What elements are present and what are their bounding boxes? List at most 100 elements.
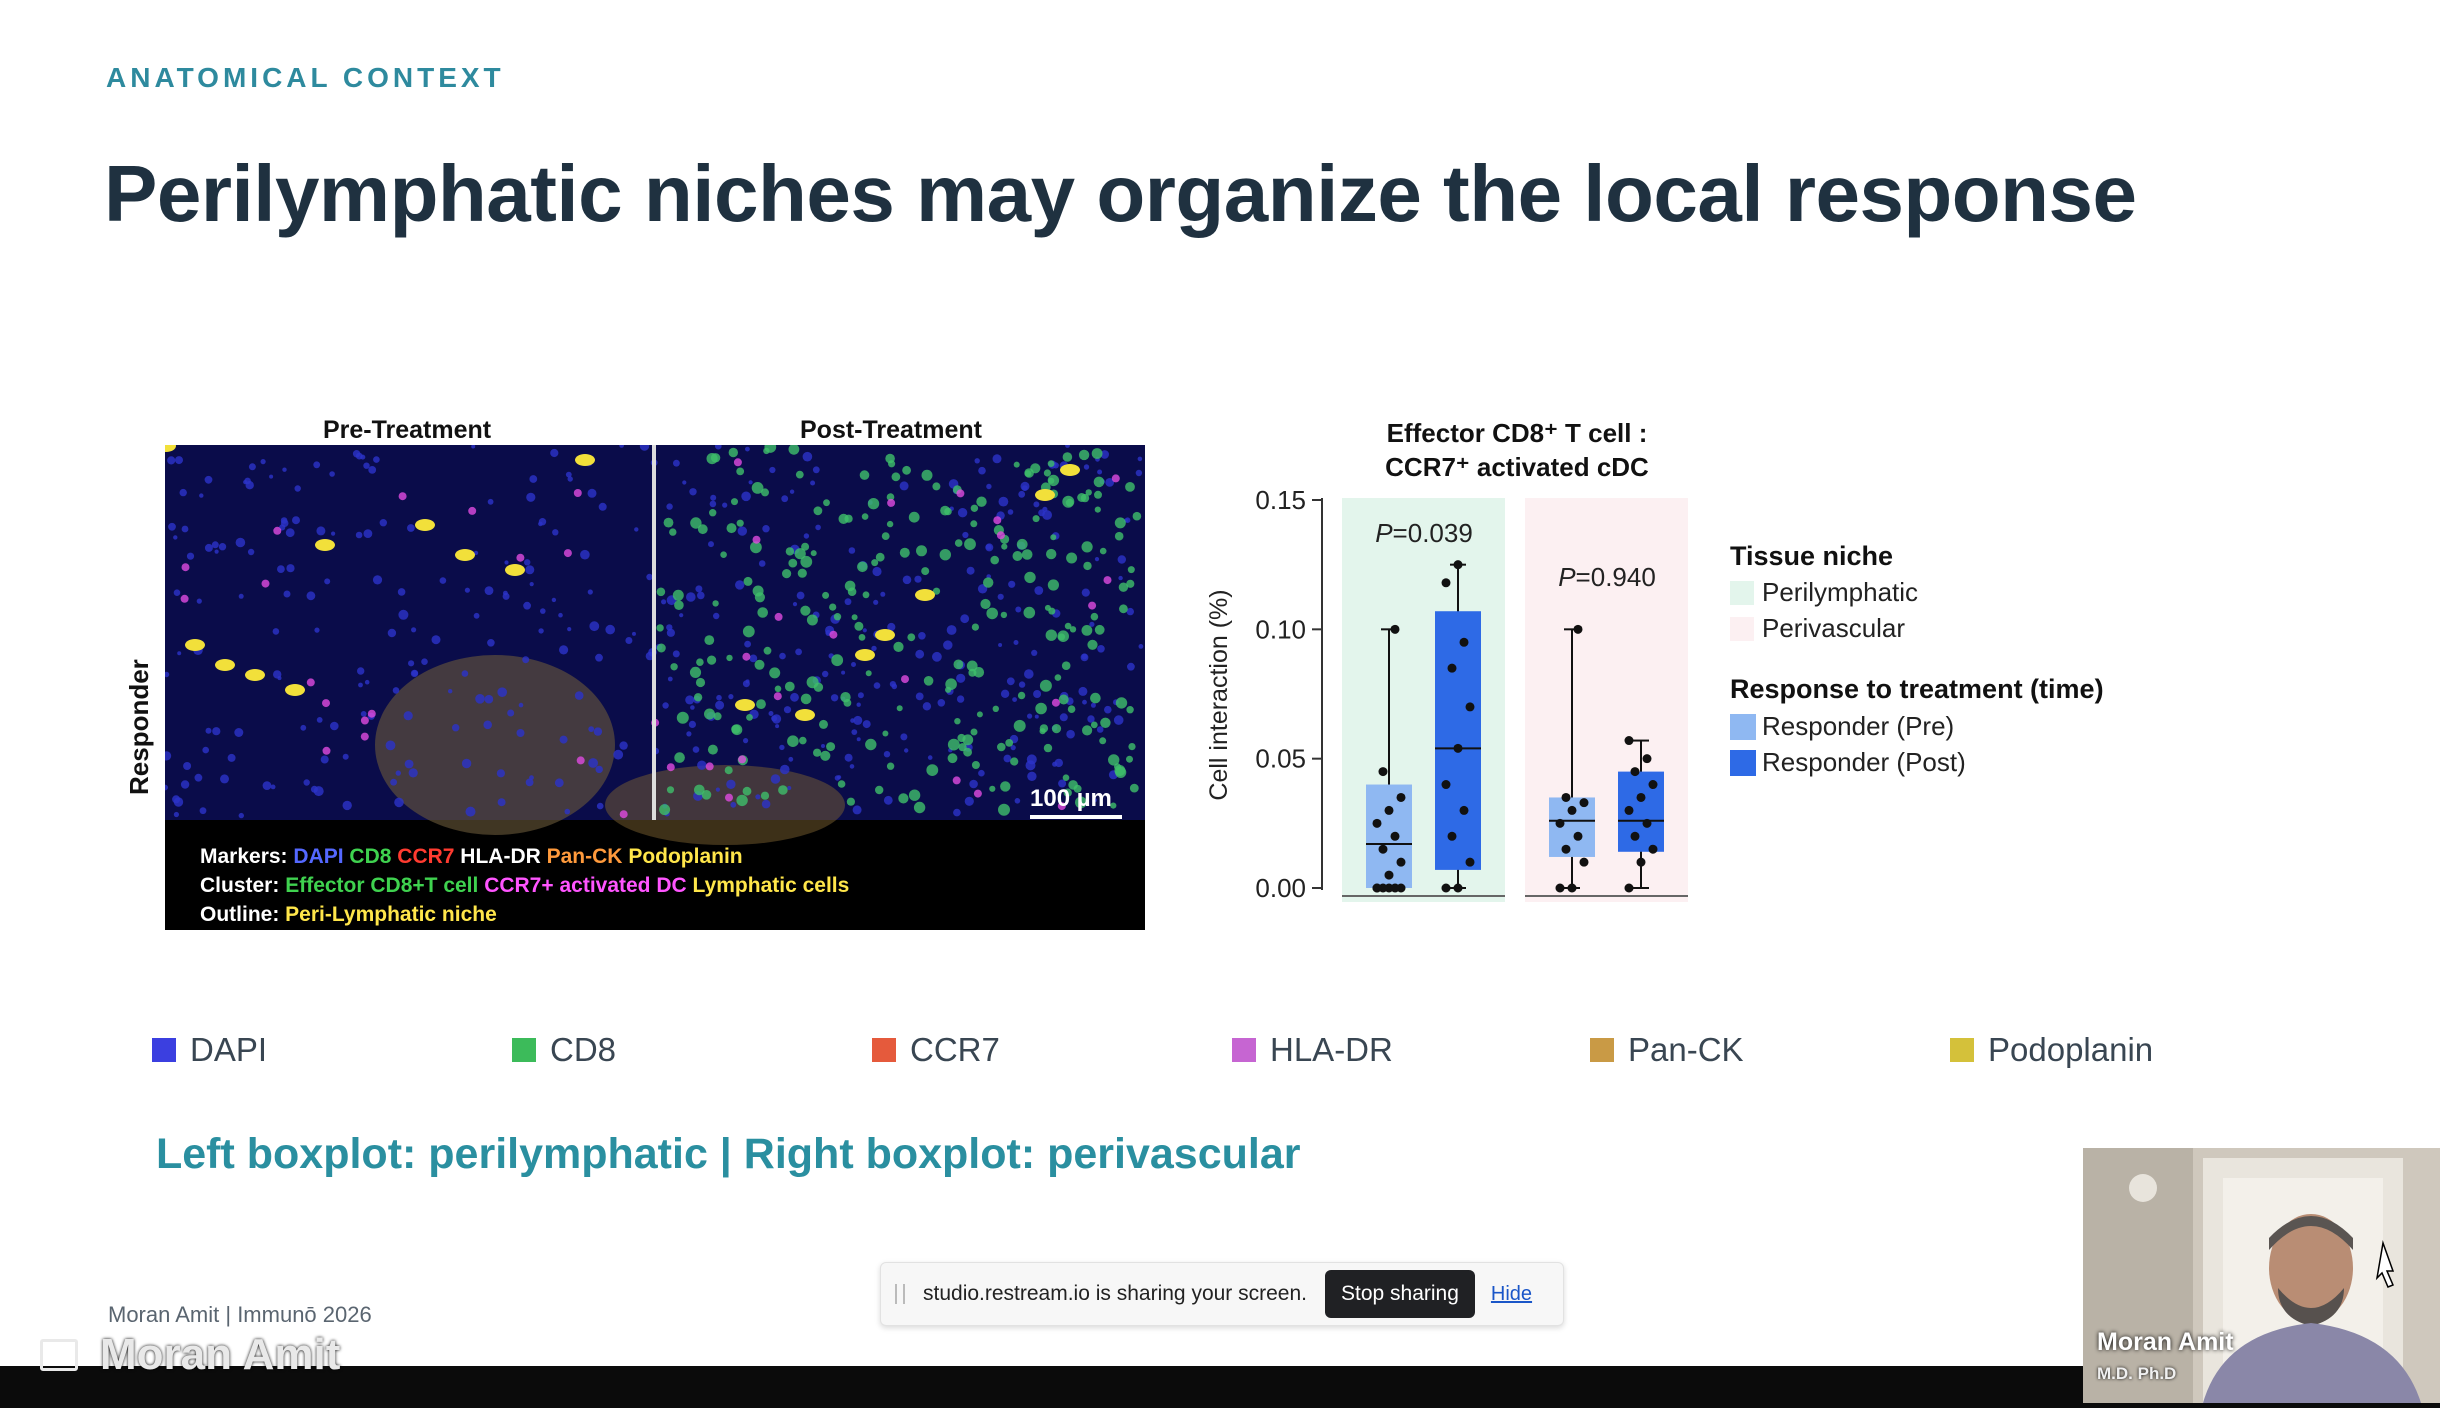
dapi-nucleus: [526, 492, 536, 502]
dapi-nucleus: [957, 508, 968, 518]
dapi-nucleus: [848, 547, 856, 554]
cd8-cell: [1094, 624, 1105, 635]
data-point: [1453, 560, 1463, 570]
p-value-text: =0.039: [1393, 518, 1473, 548]
data-point: [1561, 792, 1571, 802]
dapi-nucleus: [421, 658, 428, 665]
dapi-nucleus: [962, 531, 969, 539]
stop-sharing-button[interactable]: Stop sharing: [1325, 1270, 1475, 1318]
cd8-cell: [778, 785, 788, 795]
dapi-nucleus: [1012, 697, 1017, 702]
dapi-nucleus: [394, 797, 404, 808]
dapi-nucleus: [411, 627, 417, 633]
data-point: [1624, 736, 1634, 746]
cd8-cell: [1078, 449, 1090, 461]
cd8-cell: [1091, 448, 1103, 459]
cd8-cell: [1082, 725, 1093, 736]
dapi-nucleus: [852, 805, 862, 815]
dapi-nucleus: [596, 802, 604, 810]
data-point: [1372, 883, 1382, 893]
presenter-overlay: Moran Amit: [40, 1330, 340, 1380]
cd8-cell: [944, 507, 952, 516]
dapi-nucleus: [411, 670, 418, 677]
boxplot-caption: Left boxplot: perilymphatic | Right boxp…: [156, 1130, 1301, 1178]
cd8-cell: [728, 447, 738, 458]
ccr7-cell: [1111, 474, 1120, 483]
cd8-cell: [806, 614, 818, 626]
cd8-cell: [1048, 477, 1055, 484]
dapi-nucleus: [978, 466, 986, 475]
data-point: [1396, 857, 1406, 867]
dapi-nucleus: [964, 796, 974, 806]
dapi-nucleus: [873, 682, 881, 689]
ccr7-cell: [398, 492, 407, 501]
dapi-nucleus: [385, 740, 396, 751]
dapi-nucleus: [1007, 509, 1014, 515]
cd8-cell: [1043, 469, 1051, 477]
data-point: [1465, 857, 1475, 867]
dapi-nucleus: [204, 475, 213, 484]
dapi-nucleus: [329, 471, 335, 477]
dapi-nucleus: [710, 494, 717, 501]
dapi-nucleus: [927, 755, 933, 760]
channel-cd8: CD8: [512, 1030, 616, 1070]
data-point: [1378, 844, 1388, 854]
marker-legend-2: CCR7: [397, 845, 461, 868]
dapi-nucleus: [673, 459, 680, 467]
dapi-nucleus: [1059, 713, 1068, 722]
dapi-nucleus: [1021, 485, 1028, 491]
dapi-nucleus: [1118, 575, 1123, 581]
dapi-nucleus: [768, 711, 774, 716]
dapi-nucleus: [992, 454, 1002, 464]
ccr7-cell: [367, 709, 376, 718]
dapi-nucleus: [726, 779, 736, 789]
cd8-cell: [800, 605, 811, 616]
drag-handle-icon[interactable]: [895, 1284, 905, 1304]
cd8-cell: [704, 708, 715, 720]
dapi-nucleus: [830, 694, 839, 702]
dapi-nucleus: [194, 773, 203, 782]
dapi-nucleus: [1015, 606, 1022, 613]
cd8-cell: [837, 780, 846, 788]
cd8-cell: [813, 748, 822, 757]
ccr7-cell: [180, 594, 189, 603]
cd8-cell: [902, 465, 911, 475]
dapi-nucleus: [235, 537, 246, 548]
dapi-nucleus: [588, 726, 595, 732]
dapi-nucleus: [873, 599, 879, 605]
cluster-legend-2: Lymphatic cells: [692, 874, 850, 897]
slide-title: Perilymphatic niches may organize the lo…: [104, 149, 2137, 238]
dapi-nucleus: [540, 608, 546, 614]
dapi-nucleus: [986, 483, 992, 490]
webcam-title: M.D. Ph.D: [2097, 1364, 2177, 1383]
hide-link[interactable]: Hide: [1491, 1283, 1532, 1306]
ccr7-cell: [573, 489, 582, 497]
cd8-cell: [1087, 639, 1098, 650]
cd8-cell: [822, 591, 830, 599]
cd8-cell: [1030, 463, 1041, 474]
cd8-cell: [1000, 781, 1011, 792]
dapi-nucleus: [715, 787, 721, 792]
dapi-nucleus: [716, 694, 722, 701]
dapi-nucleus: [167, 456, 176, 465]
dapi-nucleus: [1138, 644, 1144, 649]
cd8-cell: [971, 761, 980, 769]
dapi-nucleus: [770, 774, 781, 784]
dapi-nucleus: [218, 543, 227, 551]
dapi-nucleus: [741, 491, 751, 502]
cd8-cell: [751, 482, 764, 494]
marker-legend-4: Pan-CK: [546, 845, 629, 868]
webcam-tile[interactable]: Moran Amit M.D. Ph.D: [2083, 1148, 2440, 1403]
dapi-nucleus: [851, 729, 858, 735]
dapi-nucleus: [363, 462, 370, 469]
dapi-nucleus: [803, 533, 810, 539]
cd8-cell: [1081, 541, 1093, 553]
cd8-cell: [760, 791, 770, 800]
dapi-nucleus: [787, 785, 792, 791]
ccr7-cell: [725, 793, 733, 802]
cd8-cell: [742, 625, 755, 638]
cd8-cell: [1126, 755, 1133, 763]
cd8-cell: [886, 762, 895, 770]
dapi-nucleus: [465, 806, 476, 817]
p-value-1: P=0.940: [1558, 562, 1656, 592]
